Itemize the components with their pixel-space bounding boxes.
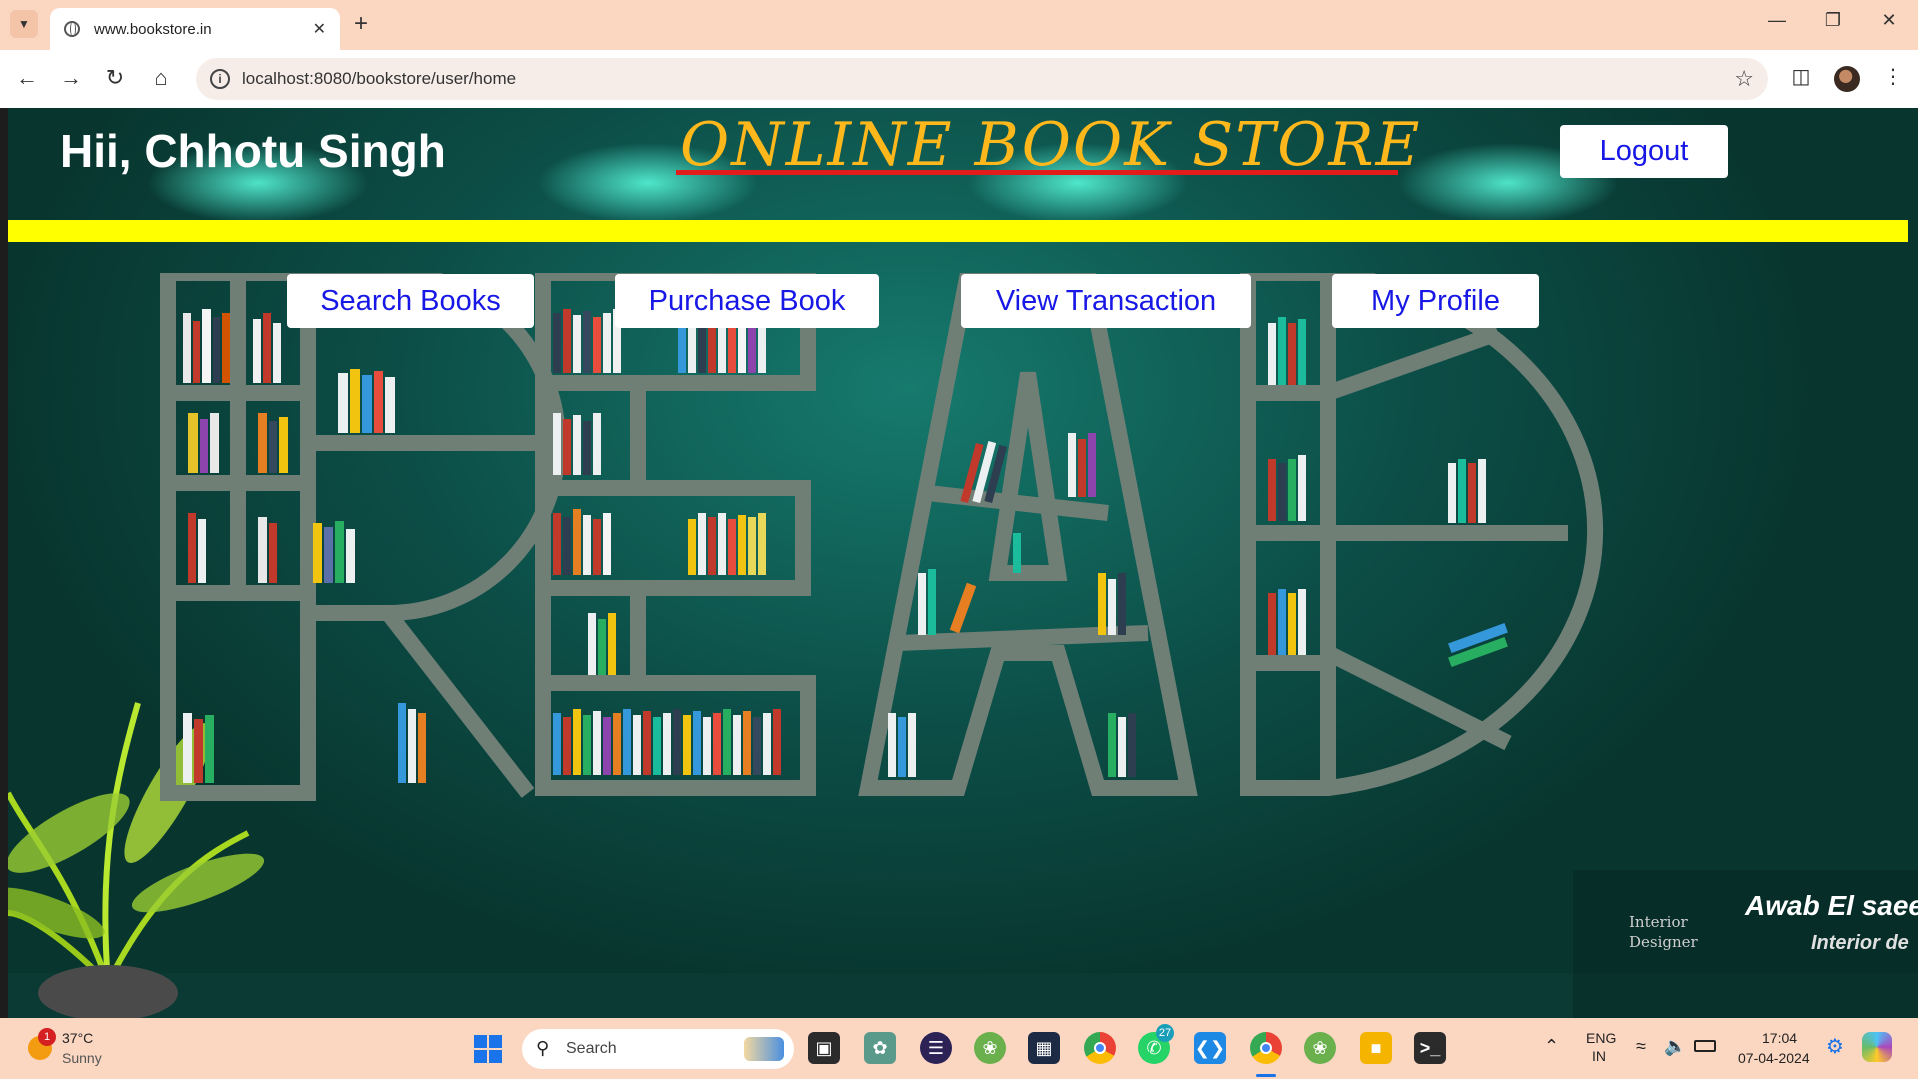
tab-search-icon[interactable]: ▼ bbox=[10, 10, 38, 38]
logout-button[interactable]: Logout bbox=[1560, 125, 1728, 178]
chrome-icon[interactable] bbox=[1084, 1032, 1116, 1064]
chatgpt-icon[interactable]: ✿ bbox=[864, 1032, 896, 1064]
weather-condition: Sunny bbox=[62, 1050, 102, 1066]
bookstore-home-page: Hii, Chhotu Singh ONLINE BOOK STORE Logo… bbox=[8, 108, 1918, 1018]
copilot-icon[interactable] bbox=[1862, 1032, 1892, 1062]
mysql-workbench-icon[interactable]: ▦ bbox=[1028, 1032, 1060, 1064]
window-close-icon[interactable]: ✕ bbox=[1874, 10, 1904, 31]
designer-watermark: Interior Designer Awab El saee Interior … bbox=[1573, 870, 1918, 1018]
browser-tab-strip: ▼ www.bookstore.in ✕ + — ❐ ✕ bbox=[0, 0, 1918, 50]
forward-icon[interactable]: → bbox=[56, 64, 86, 92]
browser-tab[interactable]: www.bookstore.in ✕ bbox=[50, 8, 340, 50]
taskbar-search-box[interactable]: ⚲ Search bbox=[522, 1029, 794, 1069]
search-highlight-icon bbox=[744, 1037, 784, 1061]
menu-dots-icon[interactable]: ⋮ bbox=[1878, 64, 1908, 89]
plant-illustration bbox=[8, 702, 265, 1018]
user-greeting: Hii, Chhotu Singh bbox=[60, 125, 446, 177]
eclipse-icon[interactable]: ☰ bbox=[920, 1032, 952, 1064]
letter-a-shelf bbox=[858, 273, 1198, 796]
restore-icon[interactable]: ❐ bbox=[1818, 10, 1848, 31]
site-info-icon[interactable]: i bbox=[210, 69, 230, 89]
whatsapp-badge: 27 bbox=[1156, 1024, 1174, 1042]
chevron-up-icon[interactable]: ⌃ bbox=[1544, 1036, 1559, 1057]
watermark-subtitle: Interior de bbox=[1811, 932, 1909, 954]
close-icon[interactable]: ✕ bbox=[313, 19, 326, 39]
minimize-icon[interactable]: — bbox=[1762, 10, 1792, 31]
windows-taskbar: 1 37°C Sunny ⚲ Search ▣ ✿ ☰ ❀ ▦ ✆ 27 ❮❯ … bbox=[0, 1018, 1918, 1079]
browser-toolbar: ← → ↻ ⌂ i localhost:8080/bookstore/user/… bbox=[0, 50, 1918, 108]
books-illustration bbox=[183, 309, 1508, 783]
side-panel-icon[interactable]: ◫ bbox=[1786, 64, 1816, 89]
title-underline bbox=[676, 170, 1398, 175]
search-books-button[interactable]: Search Books bbox=[287, 274, 534, 328]
weather-temp: 37°C bbox=[62, 1030, 94, 1046]
file-explorer-icon[interactable]: ■ bbox=[1360, 1032, 1392, 1064]
clock-date[interactable]: 07-04-2024 bbox=[1738, 1050, 1810, 1066]
region-indicator[interactable]: IN bbox=[1592, 1048, 1606, 1064]
battery-icon[interactable] bbox=[1694, 1040, 1716, 1052]
taskbar-search-placeholder: Search bbox=[566, 1040, 617, 1057]
page-left-edge bbox=[0, 108, 8, 1018]
purchase-book-button[interactable]: Purchase Book bbox=[615, 274, 879, 328]
home-icon[interactable]: ⌂ bbox=[146, 64, 176, 92]
language-indicator[interactable]: ENG bbox=[1586, 1030, 1616, 1046]
terminal-icon[interactable]: >_ bbox=[1414, 1032, 1446, 1064]
view-transaction-button[interactable]: View Transaction bbox=[961, 274, 1251, 328]
yellow-banner-strip bbox=[8, 220, 1908, 242]
volume-icon[interactable]: 🔈 bbox=[1664, 1036, 1686, 1057]
clock-time[interactable]: 17:04 bbox=[1762, 1030, 1797, 1046]
new-tab-icon[interactable]: + bbox=[354, 12, 368, 36]
bookmark-star-icon[interactable]: ☆ bbox=[1734, 66, 1754, 92]
vscode-icon[interactable]: ❮❯ bbox=[1194, 1032, 1226, 1064]
weather-badge: 1 bbox=[38, 1028, 56, 1046]
spring-tool-2-icon[interactable]: ❀ bbox=[1304, 1032, 1336, 1064]
url-text[interactable]: localhost:8080/bookstore/user/home bbox=[242, 69, 516, 89]
weather-widget[interactable]: 1 37°C Sunny bbox=[24, 1028, 124, 1070]
back-icon[interactable]: ← bbox=[12, 64, 42, 92]
watermark-logo-text: Interior Designer bbox=[1629, 913, 1698, 951]
notification-bell-icon[interactable]: ⚙ bbox=[1826, 1034, 1844, 1059]
watermark-name: Awab El saee bbox=[1745, 890, 1918, 921]
windows-start-icon[interactable] bbox=[474, 1035, 502, 1063]
task-view-icon[interactable]: ▣ bbox=[808, 1032, 840, 1064]
chrome-active-icon[interactable] bbox=[1250, 1032, 1282, 1064]
active-app-indicator bbox=[1256, 1074, 1276, 1077]
profile-avatar[interactable] bbox=[1834, 66, 1860, 92]
spring-tool-icon[interactable]: ❀ bbox=[974, 1032, 1006, 1064]
address-bar[interactable]: i localhost:8080/bookstore/user/home ☆ bbox=[196, 58, 1768, 100]
tab-title: www.bookstore.in bbox=[94, 20, 212, 38]
reload-icon[interactable]: ↻ bbox=[100, 64, 130, 92]
wifi-icon[interactable]: ≈ bbox=[1636, 1036, 1646, 1057]
my-profile-button[interactable]: My Profile bbox=[1332, 274, 1539, 328]
globe-icon bbox=[64, 21, 80, 37]
search-icon: ⚲ bbox=[536, 1038, 550, 1058]
